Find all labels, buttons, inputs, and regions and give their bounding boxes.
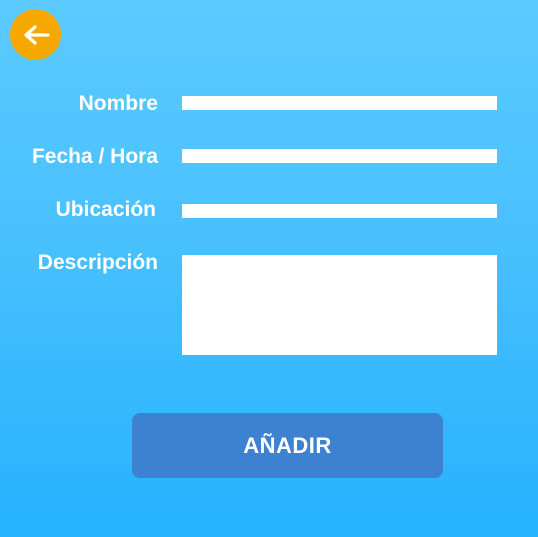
add-button[interactable]: AÑADIR bbox=[132, 413, 443, 478]
location-input[interactable] bbox=[182, 204, 497, 218]
name-input[interactable] bbox=[182, 96, 497, 110]
description-textarea[interactable] bbox=[182, 255, 497, 355]
arrow-left-icon bbox=[23, 24, 50, 45]
description-label: Descripción bbox=[37, 251, 158, 274]
name-label: Nombre bbox=[78, 92, 158, 115]
back-button[interactable] bbox=[10, 9, 61, 60]
datetime-input[interactable] bbox=[182, 149, 497, 163]
location-label: Ubicación bbox=[55, 198, 156, 221]
datetime-label: Fecha / Hora bbox=[31, 145, 158, 168]
add-event-screen: Nombre Fecha / Hora Ubicación Descripció… bbox=[0, 0, 538, 537]
